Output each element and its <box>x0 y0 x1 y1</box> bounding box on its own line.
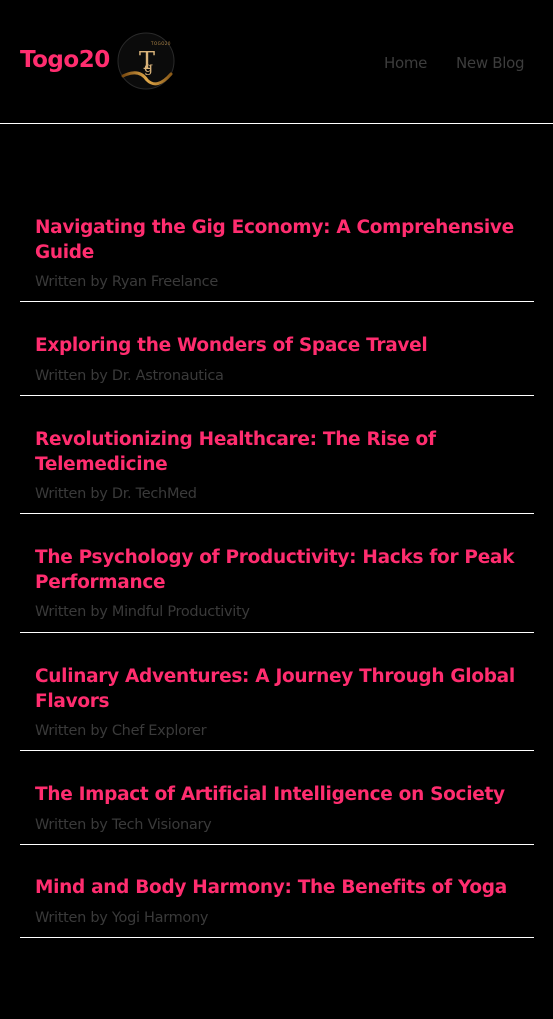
post-author: Written by Chef Explorer <box>35 723 207 739</box>
nav-new-blog-link[interactable]: New Blog <box>456 54 525 72</box>
post-divider <box>20 301 534 302</box>
post-author: Written by Dr. TechMed <box>35 486 197 502</box>
post-divider <box>20 844 534 845</box>
brand-link[interactable]: Togo20 <box>20 47 110 73</box>
svg-text:g: g <box>144 60 153 76</box>
post-author: Written by Dr. Astronautica <box>35 368 224 384</box>
post-author: Written by Mindful Productivity <box>35 604 250 620</box>
post-title-link[interactable]: The Psychology of Productivity: Hacks fo… <box>35 546 525 595</box>
post-title-link[interactable]: Exploring the Wonders of Space Travel <box>35 334 525 359</box>
post-divider <box>20 937 534 938</box>
post-title-link[interactable]: Culinary Adventures: A Journey Through G… <box>35 665 525 714</box>
header-divider <box>0 123 553 124</box>
nav-home-link[interactable]: Home <box>384 54 427 72</box>
post-divider <box>20 750 534 751</box>
post-title-link[interactable]: Mind and Body Harmony: The Benefits of Y… <box>35 876 525 901</box>
post-divider <box>20 632 534 633</box>
post-title-link[interactable]: The Impact of Artificial Intelligence on… <box>35 783 525 808</box>
post-author: Written by Yogi Harmony <box>35 910 209 926</box>
post-divider <box>20 395 534 396</box>
post-author: Written by Tech Visionary <box>35 817 212 833</box>
post-title-link[interactable]: Navigating the Gig Economy: A Comprehens… <box>35 216 525 265</box>
post-author: Written by Ryan Freelance <box>35 274 218 290</box>
logo-icon[interactable]: TOGO20 T g <box>117 32 175 90</box>
post-title-link[interactable]: Revolutionizing Healthcare: The Rise of … <box>35 428 525 477</box>
site-header: Togo20 TOGO20 T g Home New Blog <box>0 0 553 124</box>
logo-lettering: TOGO20 <box>150 41 171 46</box>
post-divider <box>20 513 534 514</box>
